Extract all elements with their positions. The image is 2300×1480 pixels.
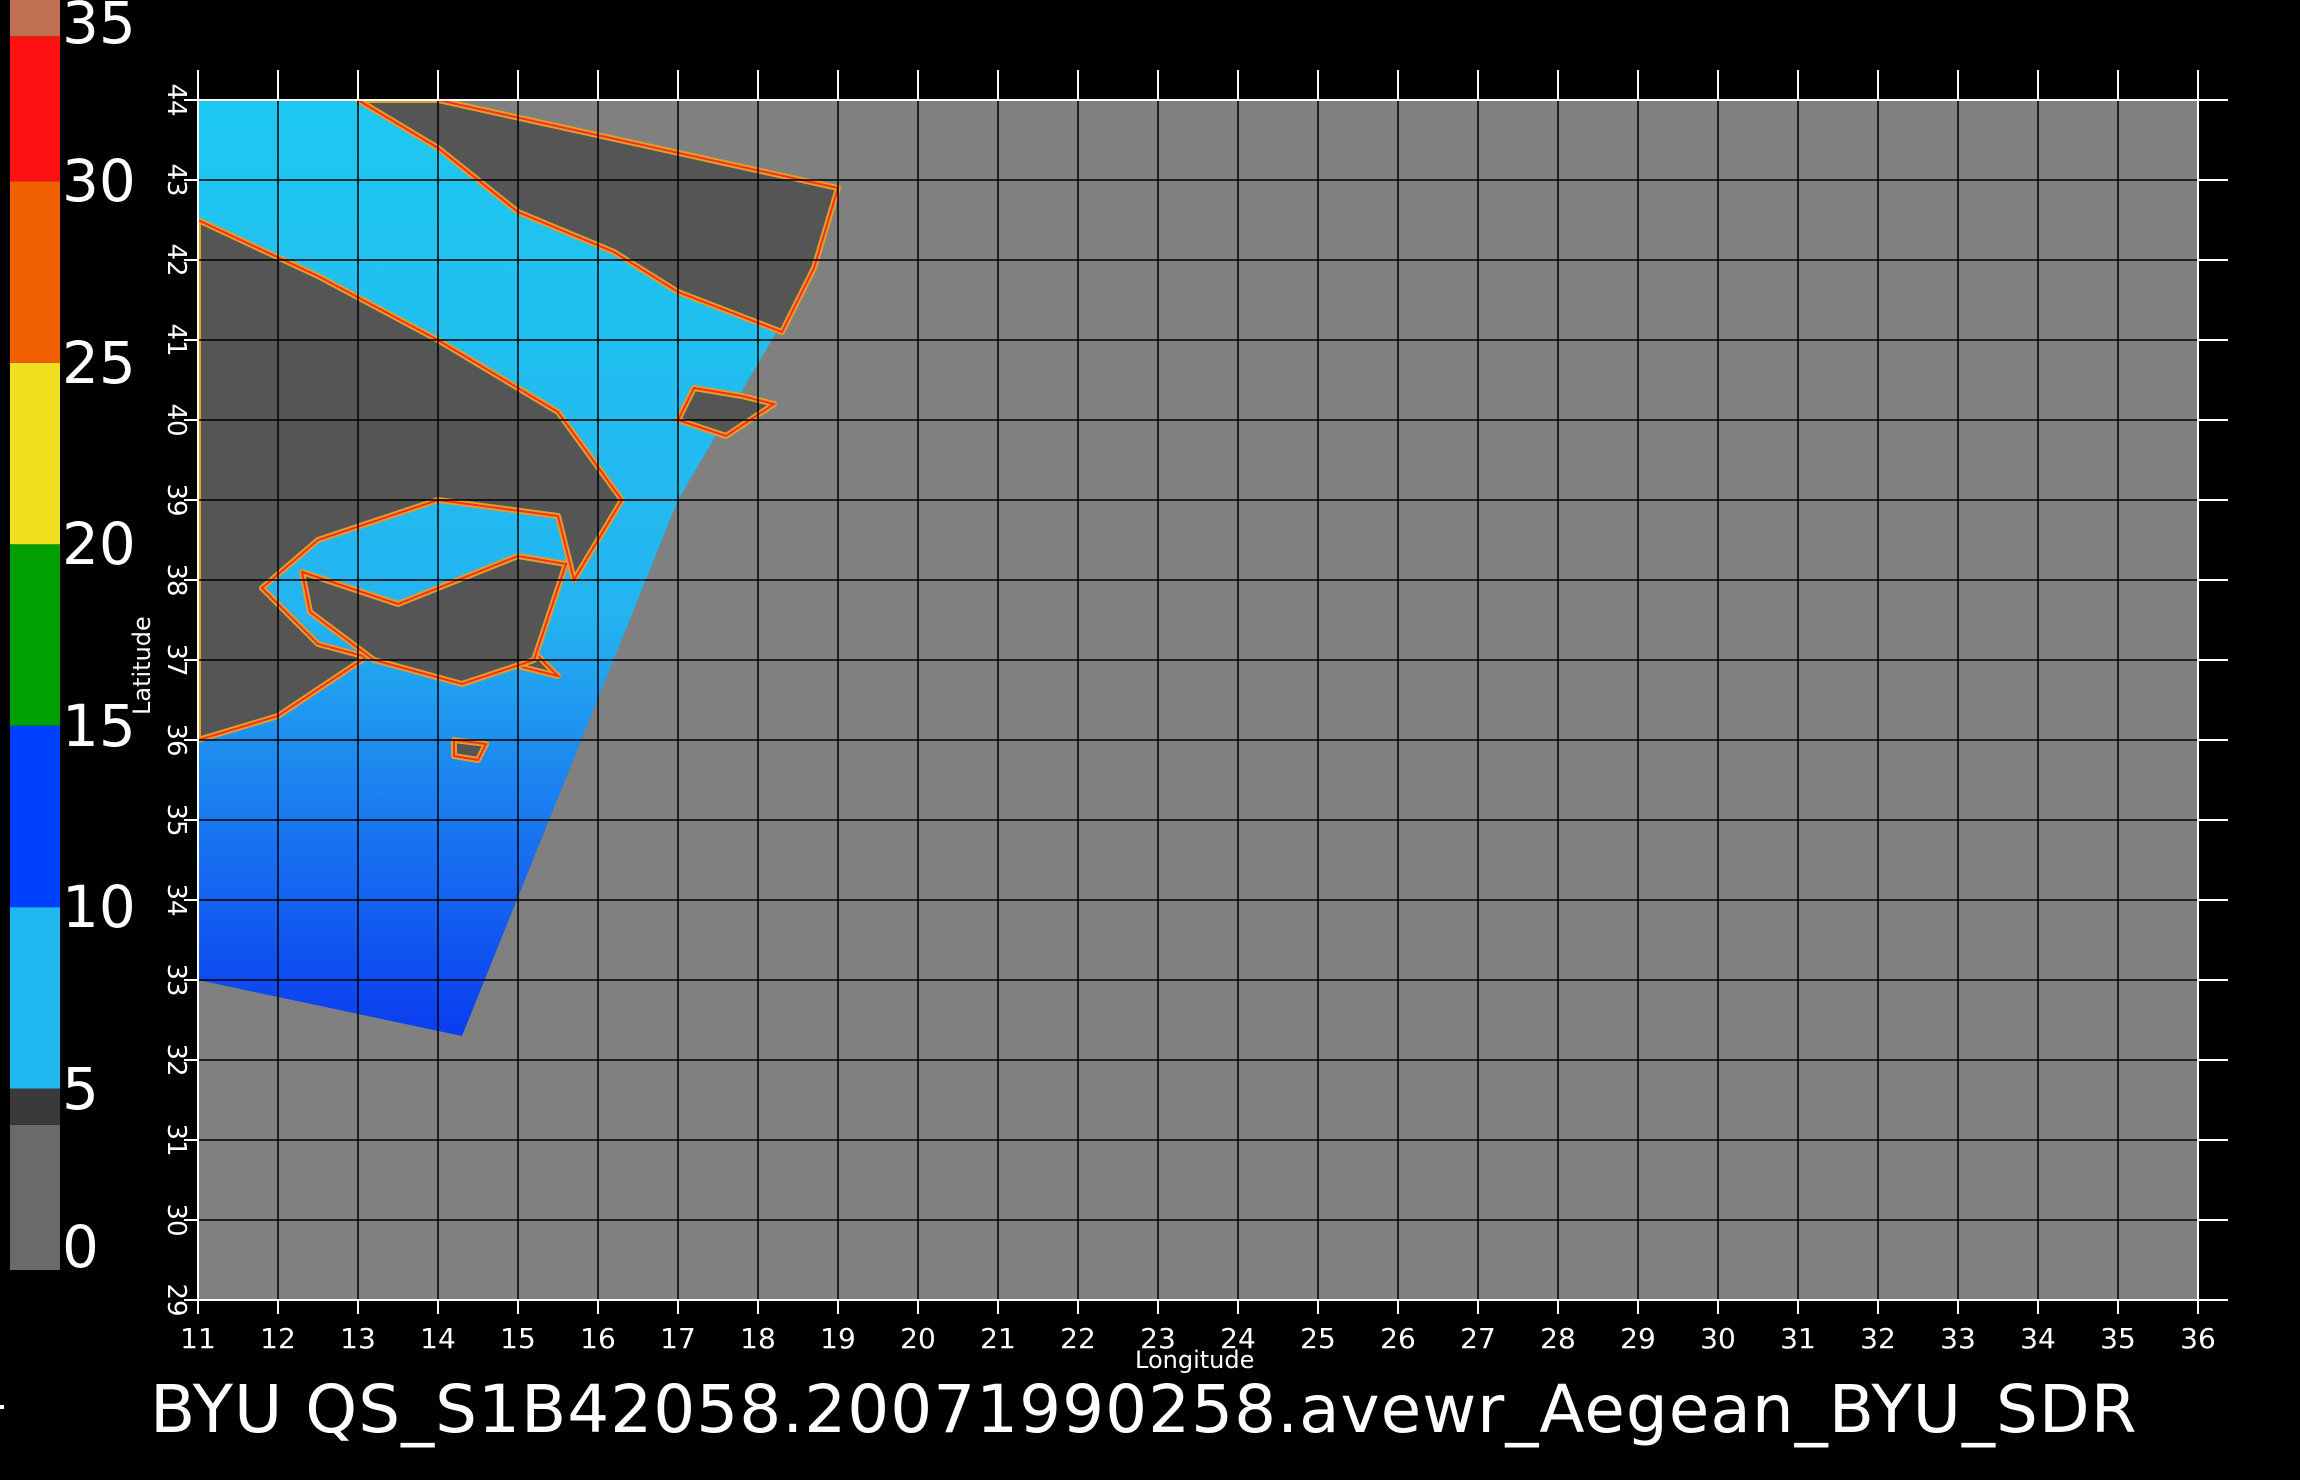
- y-tick-label: 29: [161, 1283, 191, 1316]
- x-tick-label: 27: [1460, 1322, 1496, 1355]
- y-tick-label: 37: [161, 643, 191, 676]
- y-tick-label: 34: [161, 883, 191, 916]
- y-tick-label: 33: [161, 963, 191, 996]
- x-tick-label: 12: [260, 1322, 296, 1355]
- x-tick-label: 29: [1620, 1322, 1656, 1355]
- x-tick-label: 20: [900, 1322, 936, 1355]
- y-tick-label: 35: [161, 803, 191, 836]
- edge-mark: [0, 1405, 4, 1409]
- x-tick-label: 17: [660, 1322, 696, 1355]
- x-tick-label: 22: [1060, 1322, 1096, 1355]
- y-tick-label: 43: [161, 163, 191, 196]
- x-tick-label: 35: [2100, 1322, 2136, 1355]
- x-tick-label: 18: [740, 1322, 776, 1355]
- x-tick-label: 34: [2020, 1322, 2056, 1355]
- x-axis-label: Longitude: [1135, 1346, 1255, 1374]
- y-tick-label: 31: [161, 1123, 191, 1156]
- x-tick-label: 36: [2180, 1322, 2216, 1355]
- x-tick-label: 13: [340, 1322, 376, 1355]
- x-tick-label: 28: [1540, 1322, 1576, 1355]
- y-tick-label: 36: [161, 723, 191, 756]
- x-tick-label: 21: [980, 1322, 1016, 1355]
- y-tick-label: 40: [161, 403, 191, 436]
- wind-map-plot: 11 12 13 14 15 16 17 18 19 20 21 22 23 24 25 26 27 28 29 30…: [161, 70, 2228, 1355]
- x-tick-label: 31: [1780, 1322, 1816, 1355]
- x-tick-label: 26: [1380, 1322, 1416, 1355]
- x-tick-label: 32: [1860, 1322, 1896, 1355]
- y-tick-label: 30: [161, 1203, 191, 1236]
- x-tick-label: 14: [420, 1322, 456, 1355]
- y-tick-label: 44: [161, 83, 191, 116]
- y-tick-label: 32: [161, 1043, 191, 1076]
- x-tick-label: 30: [1700, 1322, 1736, 1355]
- x-tick-label: 33: [1940, 1322, 1976, 1355]
- x-tick-label: 15: [500, 1322, 536, 1355]
- y-tick-label: 39: [161, 483, 191, 516]
- y-tick-label: 38: [161, 563, 191, 596]
- x-tick-label: 11: [180, 1322, 216, 1355]
- x-tick-label: 19: [820, 1322, 856, 1355]
- y-tick-label: 42: [161, 243, 191, 276]
- x-tick-label: 16: [580, 1322, 616, 1355]
- x-tick-label: 25: [1300, 1322, 1336, 1355]
- y-tick-label: 41: [161, 323, 191, 356]
- file-name-caption: BYU QS_S1B42058.20071990258.avewr_Aegean…: [150, 1371, 2138, 1448]
- y-axis-label: Latitude: [128, 616, 156, 715]
